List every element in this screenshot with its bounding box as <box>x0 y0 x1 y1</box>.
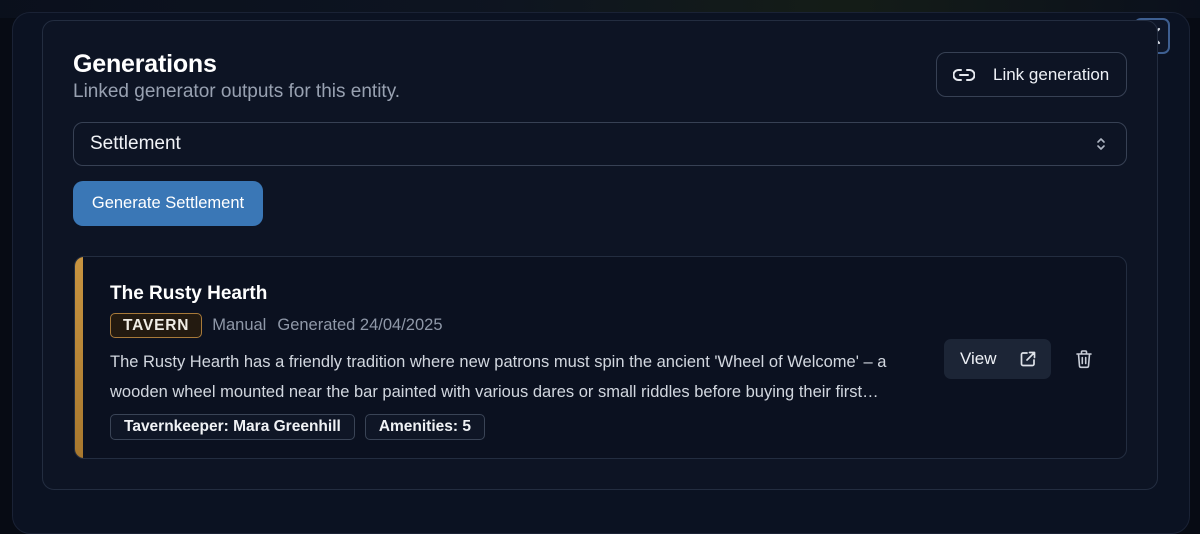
tag-amenities: Amenities: 5 <box>364 414 485 440</box>
tag-tavernkeeper: Tavernkeeper: Mara Greenhill <box>110 414 355 440</box>
card-accent-bar <box>75 257 83 458</box>
generate-settlement-label: Generate Settlement <box>91 194 245 212</box>
chevron-up-down-icon <box>1097 138 1105 150</box>
generation-source: Manual <box>212 316 267 334</box>
generator-type-value: Settlement <box>90 133 181 154</box>
description-line: The Rusty Hearth has a friendly traditio… <box>110 353 887 371</box>
view-label: View <box>960 349 997 368</box>
generation-date: Generated 24/04/2025 <box>277 316 443 334</box>
link-generation-button[interactable]: Link generation <box>936 52 1127 97</box>
panel-title: Generations <box>73 50 217 78</box>
generation-meta: TAVERN Manual Generated 24/04/2025 <box>110 313 454 338</box>
generation-description: The Rusty Hearth has a friendly traditio… <box>110 347 940 407</box>
generator-type-select[interactable]: Settlement <box>73 122 1127 166</box>
delete-button[interactable] <box>1069 344 1099 374</box>
generate-settlement-button[interactable]: Generate Settlement <box>73 181 263 226</box>
type-badge: TAVERN <box>110 313 203 338</box>
link-generation-label: Link generation <box>993 64 1110 84</box>
link-icon <box>953 68 975 81</box>
generation-card: The Rusty Hearth TAVERN Manual Generated… <box>74 256 1127 459</box>
generation-title: The Rusty Hearth <box>110 283 268 304</box>
external-link-icon <box>1020 351 1035 367</box>
trash-icon <box>1076 350 1092 369</box>
description-line: wooden wheel mounted near the bar painte… <box>110 383 879 401</box>
generation-tags: Tavernkeeper: Mara Greenhill Amenities: … <box>110 414 485 440</box>
panel-subtitle: Linked generator outputs for this entity… <box>73 81 401 102</box>
view-button[interactable]: View <box>944 339 1051 379</box>
